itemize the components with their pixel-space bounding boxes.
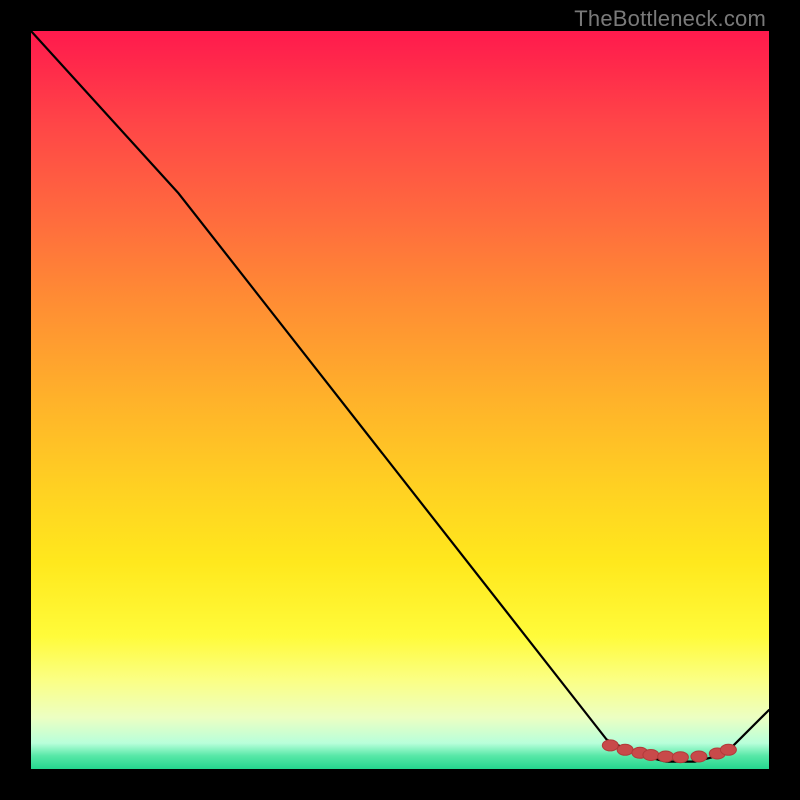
optimal-marker [658,751,674,762]
optimal-marker [672,752,688,763]
optimal-marker [602,740,618,751]
optimal-marker [617,744,633,755]
bottleneck-curve [31,31,769,762]
optimal-range-markers [602,740,736,763]
chart-overlay [31,31,769,769]
plot-area [31,31,769,769]
optimal-marker [691,751,707,762]
optimal-marker [643,750,659,761]
attribution-text: TheBottleneck.com [574,6,766,32]
optimal-marker [720,744,736,755]
chart-frame: TheBottleneck.com [0,0,800,800]
